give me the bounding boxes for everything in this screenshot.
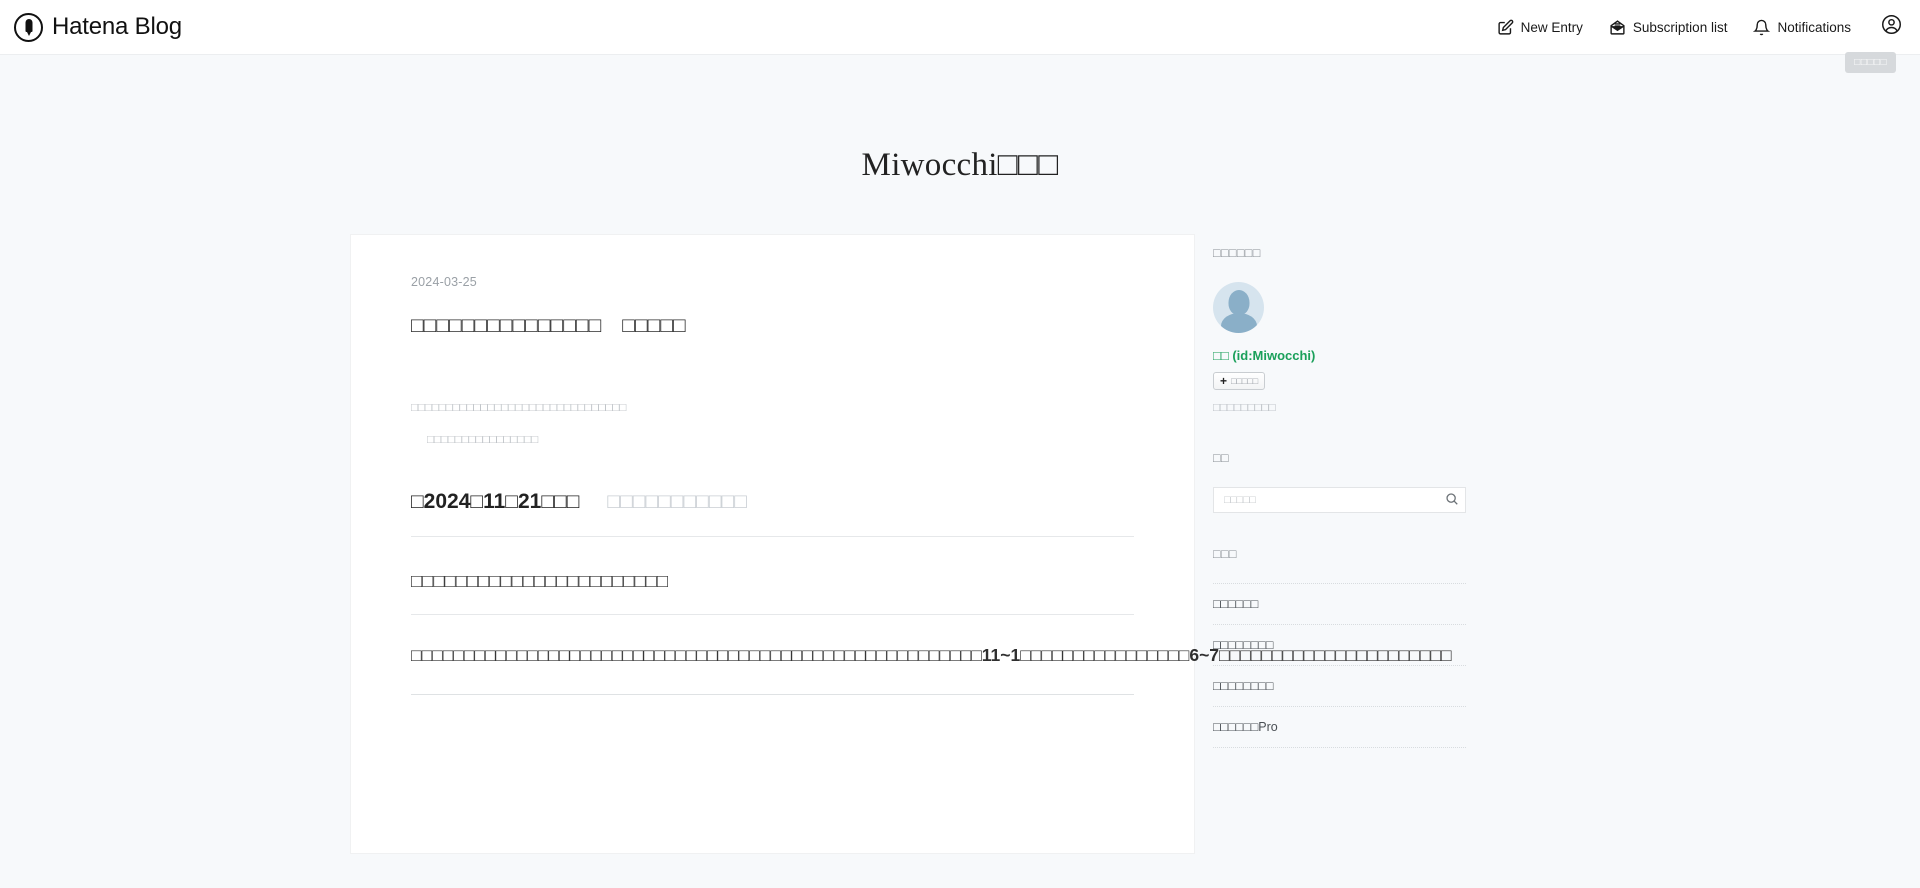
- entry-heading-minor: □□□□□□□□□□□□□□□□□□□□□□□: [411, 567, 1134, 616]
- user-circle-icon: [1881, 14, 1902, 40]
- avatar[interactable]: [1213, 282, 1264, 333]
- search-input[interactable]: [1222, 493, 1445, 508]
- nav-subscription-list-label: Subscription list: [1632, 19, 1728, 35]
- subscribe-button-label: □□□□□: [1231, 376, 1259, 386]
- default-user-avatar-body: [1220, 313, 1257, 333]
- sidebar: □□□□□□ □□ (id:Miwocchi) + □□□□□ □□□□□□□□…: [1213, 234, 1466, 782]
- entry-body: □□□□□□□□□□□□□□□□□□□□□□□□□□□□□□□ □□□□□□□□…: [411, 398, 1452, 696]
- sidebar-module-search: □□: [1213, 451, 1466, 514]
- category-link-0[interactable]: □□□□□□: [1213, 597, 1258, 611]
- profile-description: □□□□□□□□□: [1213, 402, 1276, 414]
- search-submit-button[interactable]: [1445, 492, 1459, 509]
- subscribe-button[interactable]: + □□□□□: [1213, 372, 1266, 390]
- nav-subscription-list[interactable]: Subscription list: [1609, 19, 1728, 36]
- entry-heading-major: □2024□11□21□□□ □□□□□□□□□□□: [411, 486, 1134, 537]
- entry-heading-major-main: □2024□11□21□□□: [411, 490, 580, 514]
- global-header: Hatena Blog New Entry Subscription list: [0, 0, 1920, 73]
- nav-new-entry-label: New Entry: [1520, 19, 1583, 35]
- category-link-1[interactable]: □□□□□□□□: [1213, 638, 1273, 652]
- nav-new-entry[interactable]: New Entry: [1497, 19, 1583, 36]
- blog-header: Miwocchi□□□: [0, 55, 1920, 234]
- page-title: Miwocchi□□□: [0, 147, 1920, 184]
- category-link-2[interactable]: □□□□□□□□: [1213, 679, 1273, 693]
- entry-note-line-1: □□□□□□□□□□□□□□□□□□□□□□□□□□□□□□□: [411, 402, 627, 415]
- envelope-open-icon: [1609, 19, 1626, 36]
- main-content: 2024-03-25 □□□□□□□□□□□□□□□ □□□□□ □□□□□□□…: [350, 234, 1452, 854]
- sidebar-profile-title: □□□□□□: [1213, 246, 1261, 260]
- list-item[interactable]: □□□□□□Pro: [1213, 707, 1466, 749]
- entry-divider: [411, 694, 1134, 696]
- entry-date: 2024-03-25: [411, 275, 1134, 289]
- nav-notifications[interactable]: Notifications: [1753, 19, 1851, 36]
- entry-heading-major-sub: □□□□□□□□□□□: [607, 490, 747, 514]
- pen-circle-icon: [14, 12, 43, 42]
- entry-date-link[interactable]: 2024-03-25: [411, 275, 477, 289]
- bell-icon: [1753, 19, 1771, 36]
- sidebar-categories-title: □□□: [1213, 547, 1237, 562]
- global-nav: New Entry Subscription list Notification…: [1497, 14, 1902, 40]
- category-link-3[interactable]: □□□□□□Pro: [1213, 720, 1278, 734]
- sidebar-module-profile: □□□□□□ □□ (id:Miwocchi) + □□□□□ □□□□□□□□…: [1213, 246, 1466, 417]
- profile-id-link[interactable]: □□ (id:Miwocchi): [1213, 348, 1315, 363]
- list-item[interactable]: □□□□□□: [1213, 583, 1466, 626]
- brand-label: Hatena Blog: [52, 13, 182, 40]
- pencil-square-icon: [1497, 19, 1514, 36]
- default-user-avatar-head: [1228, 290, 1249, 315]
- entry-paragraph: □□□□□□□□□□□□□□□□□□□□□□□□□□□□□□□□□□□□□□□□…: [411, 645, 1452, 666]
- blog-entry: 2024-03-25 □□□□□□□□□□□□□□□ □□□□□ □□□□□□□…: [411, 275, 1452, 696]
- hatena-blog-logo-link[interactable]: Hatena Blog: [14, 12, 182, 42]
- nav-notifications-label: Notifications: [1777, 19, 1851, 35]
- page-wrapper: 2024-03-25 □□□□□□□□□□□□□□□ □□□□□ □□□□□□□…: [350, 234, 1570, 854]
- list-item[interactable]: □□□□□□□□: [1213, 625, 1466, 667]
- plus-icon: +: [1220, 374, 1228, 388]
- list-item[interactable]: □□□□□□□□: [1213, 666, 1466, 708]
- entry-title-link[interactable]: □□□□□□□□□□□□□□□ □□□□□: [411, 314, 686, 337]
- category-list: □□□□□□ □□□□□□□□ □□□□□□□□ □□□□□□Pro: [1213, 583, 1466, 749]
- sidebar-search-title: □□: [1213, 451, 1229, 466]
- entry-note-line-2: □□□□□□□□□□□□□□□□: [427, 434, 539, 447]
- search-box[interactable]: [1213, 487, 1466, 514]
- entry-title: □□□□□□□□□□□□□□□ □□□□□: [411, 311, 1134, 340]
- sidebar-module-categories: □□□ □□□□□□ □□□□□□□□ □□□□□□□□ □□□□□□Pro: [1213, 547, 1466, 749]
- account-menu-button[interactable]: [1881, 14, 1902, 40]
- search-icon: [1445, 492, 1459, 509]
- edit-blog-button[interactable]: □□□□□: [1845, 52, 1896, 73]
- blog-title-link[interactable]: Miwocchi□□□: [862, 147, 1059, 183]
